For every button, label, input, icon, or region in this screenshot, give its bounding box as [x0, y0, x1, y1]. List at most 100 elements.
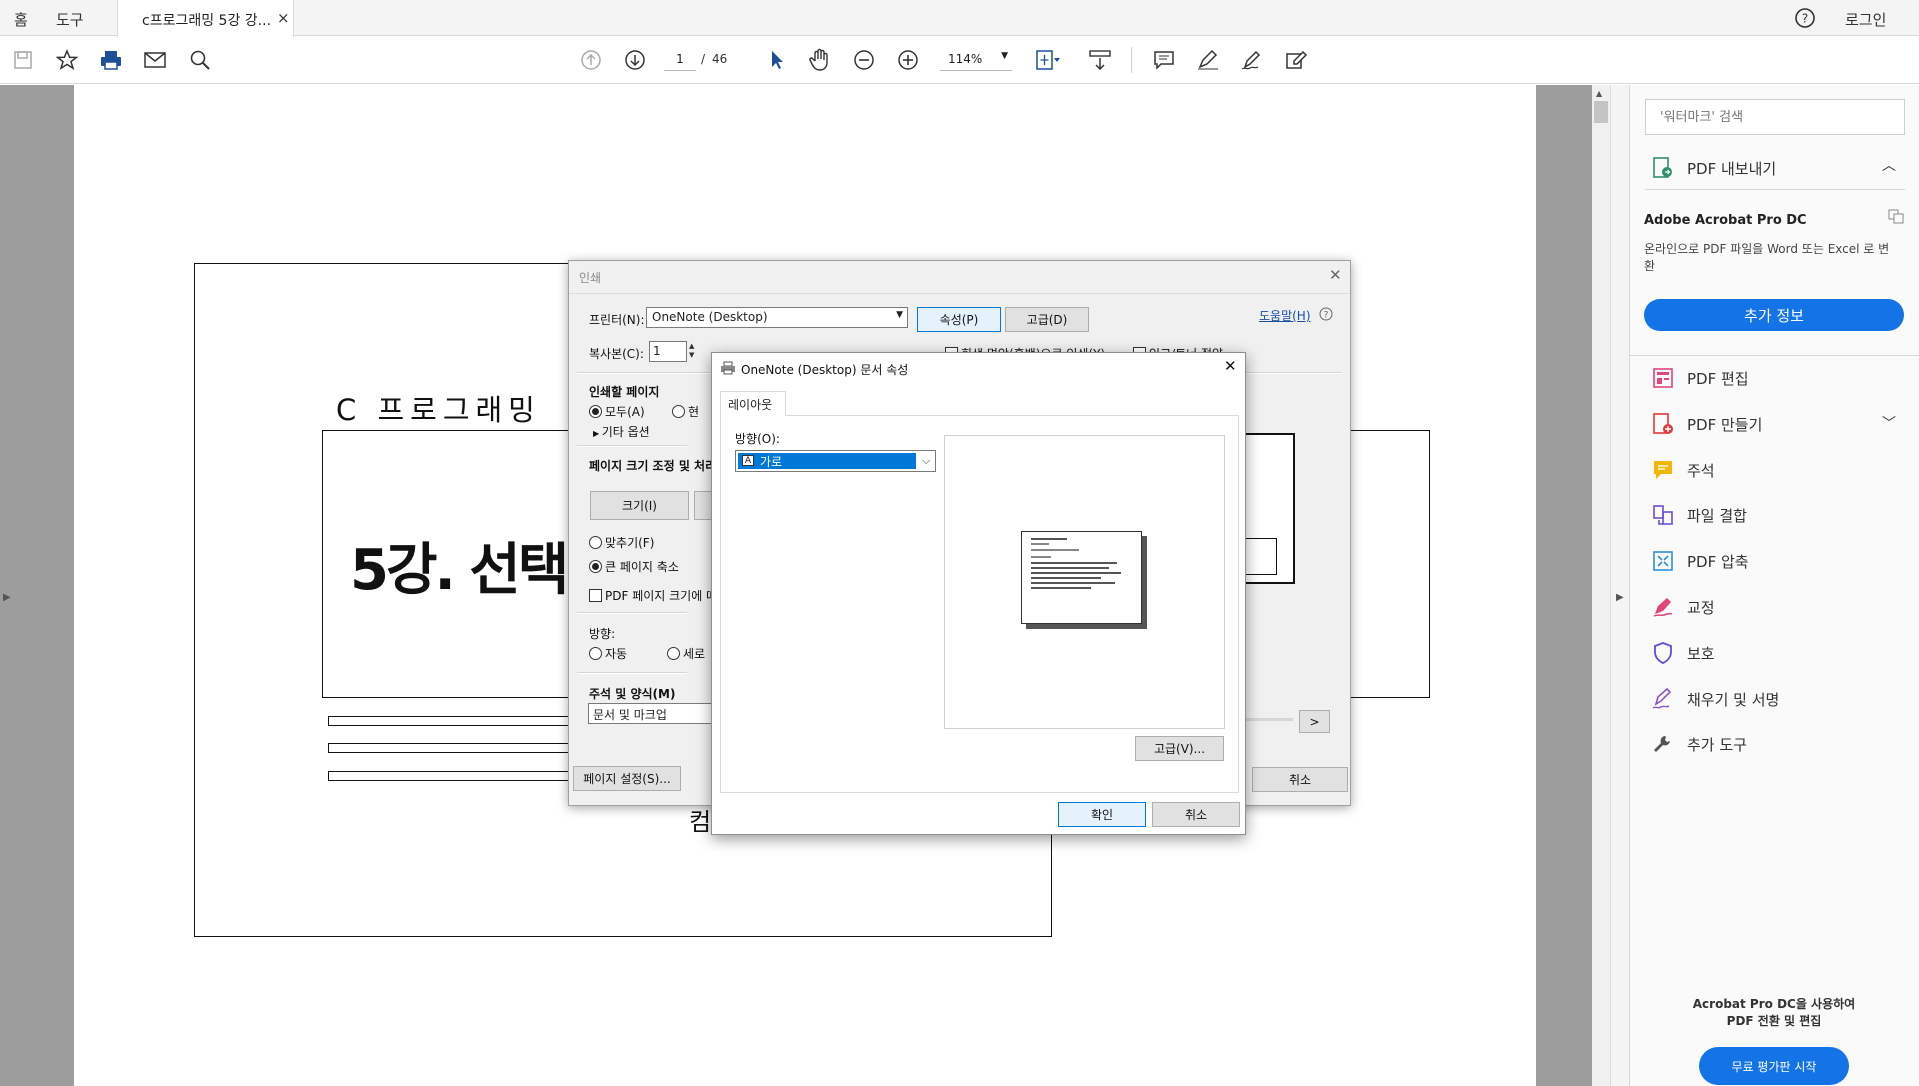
- login-button[interactable]: 로그인: [1845, 9, 1886, 30]
- all-pages-radio[interactable]: [589, 405, 602, 418]
- comments-select[interactable]: 문서 및 마크업: [588, 703, 712, 724]
- previous-page-icon[interactable]: [577, 46, 605, 74]
- auto-radio[interactable]: [589, 647, 602, 660]
- dismiss-promo-icon[interactable]: [1888, 208, 1904, 224]
- menu-tools[interactable]: 도구: [56, 9, 84, 30]
- next-preview-button[interactable]: >: [1299, 710, 1330, 733]
- section-divider: [577, 613, 687, 614]
- print-dialog-title: 인쇄: [579, 271, 602, 285]
- page-separator: /: [701, 52, 706, 66]
- layout-advanced-button[interactable]: 고급(V)...: [1135, 736, 1224, 761]
- tool-item[interactable]: 채우기 및 서명: [1651, 684, 1891, 714]
- fit-label: 맞추기(F): [605, 536, 655, 550]
- tool-item[interactable]: 보호: [1651, 638, 1891, 668]
- current-page-label: 현: [688, 405, 700, 419]
- start-trial-button[interactable]: 무료 평가판 시작: [1699, 1047, 1849, 1085]
- copies-input[interactable]: 1: [649, 341, 687, 362]
- portrait-radio[interactable]: [667, 647, 680, 660]
- help-link[interactable]: 도움말(H): [1259, 307, 1311, 324]
- menu-home[interactable]: 홈: [14, 9, 28, 30]
- save-icon[interactable]: [9, 46, 37, 74]
- page-setup-button[interactable]: 페이지 설정(S)...: [573, 766, 681, 791]
- tab-layout[interactable]: 레이아웃: [720, 391, 786, 416]
- page-number-input[interactable]: 1: [664, 49, 696, 71]
- highlight-pen-icon[interactable]: [1194, 46, 1222, 74]
- promo-line-1: Acrobat Pro DC을 사용하여: [1692, 997, 1856, 1011]
- document-tab[interactable]: c프로그래밍 5강 강... ×: [117, 0, 294, 37]
- print-icon[interactable]: [97, 46, 125, 74]
- tool-item[interactable]: 주석: [1651, 455, 1891, 485]
- orientation-value: 가로: [760, 455, 783, 469]
- auto-orientation-option[interactable]: 자동: [589, 645, 627, 662]
- printer-select[interactable]: OneNote (Desktop) ▼: [646, 307, 908, 328]
- portrait-option[interactable]: 세로: [667, 645, 705, 662]
- tool-icon: [1653, 505, 1673, 525]
- properties-cancel-button[interactable]: 취소: [1152, 802, 1240, 827]
- zoom-out-icon[interactable]: [850, 46, 878, 74]
- select-cursor-icon[interactable]: [763, 46, 791, 74]
- vertical-scrollbar[interactable]: ▲: [1592, 85, 1610, 1086]
- panel-toggle-strip[interactable]: ▶: [1610, 85, 1629, 1086]
- comment-icon[interactable]: [1150, 46, 1178, 74]
- close-dialog-icon[interactable]: ✕: [1224, 357, 1237, 375]
- pdf-export-label: PDF 내보내기: [1687, 159, 1777, 178]
- scroll-up-icon[interactable]: ▲: [1596, 89, 1602, 98]
- orientation-select[interactable]: A 가로 ⌵: [735, 450, 936, 472]
- scroll-mode-icon[interactable]: [1086, 46, 1114, 74]
- ok-button[interactable]: 확인: [1058, 802, 1146, 827]
- pdf-size-checkbox[interactable]: [589, 589, 602, 602]
- search-icon[interactable]: [186, 46, 214, 74]
- all-pages-option[interactable]: 모두(A): [589, 403, 645, 420]
- help-circle-icon[interactable]: ?: [1319, 307, 1333, 321]
- advanced-button[interactable]: 고급(D): [1005, 307, 1089, 332]
- zoom-in-icon[interactable]: [894, 46, 922, 74]
- pdf-size-label: PDF 페이지 크기에 따: [605, 589, 718, 603]
- current-page-radio[interactable]: [672, 405, 685, 418]
- fit-page-icon[interactable]: [1034, 46, 1062, 74]
- tool-label: 주석: [1687, 461, 1715, 480]
- print-cancel-button[interactable]: 취소: [1252, 767, 1348, 792]
- tool-item[interactable]: PDF 만들기 ﹀: [1651, 409, 1896, 439]
- pdf-export-header[interactable]: PDF 내보내기 ︿: [1651, 153, 1896, 183]
- size-section-title: 페이지 크기 조정 및 처리: [589, 459, 717, 473]
- left-panel-toggle-icon[interactable]: ▶: [3, 592, 11, 603]
- tool-item[interactable]: 파일 결합: [1651, 500, 1891, 530]
- zoom-level-select[interactable]: 114% ▼: [940, 49, 1012, 71]
- copies-stepper[interactable]: ▲ ▼: [689, 342, 694, 360]
- tool-label: 파일 결합: [1687, 506, 1747, 525]
- next-page-icon[interactable]: [621, 46, 649, 74]
- star-icon[interactable]: [53, 46, 81, 74]
- shrink-option[interactable]: 큰 페이지 축소: [589, 558, 679, 575]
- share-edit-icon[interactable]: [1282, 46, 1310, 74]
- tool-item[interactable]: 교정: [1651, 592, 1891, 622]
- sign-pen-icon[interactable]: [1238, 46, 1266, 74]
- zoom-level-value: 114%: [948, 52, 983, 66]
- tool-item[interactable]: PDF 압축: [1651, 546, 1891, 576]
- fit-radio[interactable]: [589, 536, 602, 549]
- scrollbar-thumb[interactable]: [1594, 101, 1608, 123]
- hand-tool-icon[interactable]: [806, 46, 834, 74]
- properties-button[interactable]: 속성(P): [917, 307, 1001, 332]
- more-info-button[interactable]: 추가 정보: [1644, 299, 1904, 331]
- chevron-down-icon: ▼: [1001, 51, 1008, 61]
- current-page-option[interactable]: 현: [672, 403, 699, 420]
- expand-panel-icon[interactable]: ▶: [1616, 592, 1624, 603]
- tool-item[interactable]: PDF 편집: [1651, 363, 1891, 393]
- preview-page-slider[interactable]: [1241, 718, 1293, 721]
- pdf-size-option[interactable]: PDF 페이지 크기에 따: [589, 587, 717, 604]
- tool-item[interactable]: 추가 도구: [1651, 729, 1891, 759]
- email-icon[interactable]: [141, 46, 169, 74]
- close-tab-icon[interactable]: ×: [277, 9, 290, 27]
- chevron-up-icon[interactable]: ︿: [1882, 155, 1896, 175]
- fit-option[interactable]: 맞추기(F): [589, 534, 654, 551]
- more-options-toggle[interactable]: ▶ 기타 옵션: [593, 423, 650, 440]
- size-button[interactable]: 크기(I): [590, 491, 689, 520]
- copies-label: 복사본(C):: [589, 347, 644, 361]
- tools-search-input[interactable]: [1645, 99, 1905, 135]
- help-circle-icon[interactable]: ?: [1794, 7, 1816, 29]
- printer-value: OneNote (Desktop): [652, 310, 768, 324]
- close-dialog-icon[interactable]: ✕: [1329, 266, 1342, 284]
- shrink-radio[interactable]: [589, 560, 602, 573]
- orientation-label: 방향(O):: [735, 432, 780, 446]
- chevron-down-icon[interactable]: ﹀: [1882, 413, 1896, 433]
